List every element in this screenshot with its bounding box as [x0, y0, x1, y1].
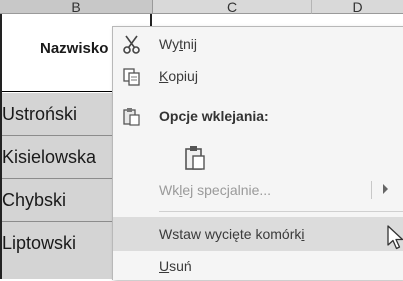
paste-icon	[121, 106, 143, 128]
menu-item-copy-label: Kopiuj	[159, 68, 198, 84]
menu-separator	[159, 211, 403, 212]
column-header-d[interactable]: D	[312, 0, 403, 14]
menu-item-insert-cut-cells[interactable]: Wstaw wycięte komórki	[113, 217, 403, 251]
context-menu: Wytnij Kopiuj Opcje wklejania: Wklej spe…	[112, 26, 403, 280]
scissors-icon	[121, 34, 143, 56]
paste-options-label: Opcje wklejania:	[159, 108, 269, 124]
menu-paste-options-header: Opcje wklejania:	[113, 101, 403, 131]
selection-border-left	[0, 14, 2, 279]
paste-clipboard-icon	[183, 145, 207, 171]
menu-item-paste-special[interactable]: Wklej specjalnie...	[113, 175, 403, 205]
column-header-c[interactable]: C	[153, 0, 312, 14]
paste-button[interactable]	[181, 139, 221, 175]
menu-item-copy[interactable]: Kopiuj	[113, 61, 403, 91]
menu-item-cut[interactable]: Wytnij	[113, 29, 403, 59]
menu-item-insert-cut-cells-label: Wstaw wycięte komórki	[159, 226, 305, 242]
chevron-right-icon	[383, 184, 388, 194]
submenu-divider	[371, 181, 372, 199]
menu-item-cut-label: Wytnij	[159, 36, 197, 52]
menu-item-delete-label: Usuń	[159, 258, 192, 274]
menu-item-paste-special-label: Wklej specjalnie...	[159, 182, 272, 198]
copy-icon	[121, 66, 143, 88]
column-header-b[interactable]: B	[0, 0, 153, 14]
menu-item-delete[interactable]: Usuń	[113, 251, 403, 281]
mouse-pointer-icon	[387, 225, 403, 251]
